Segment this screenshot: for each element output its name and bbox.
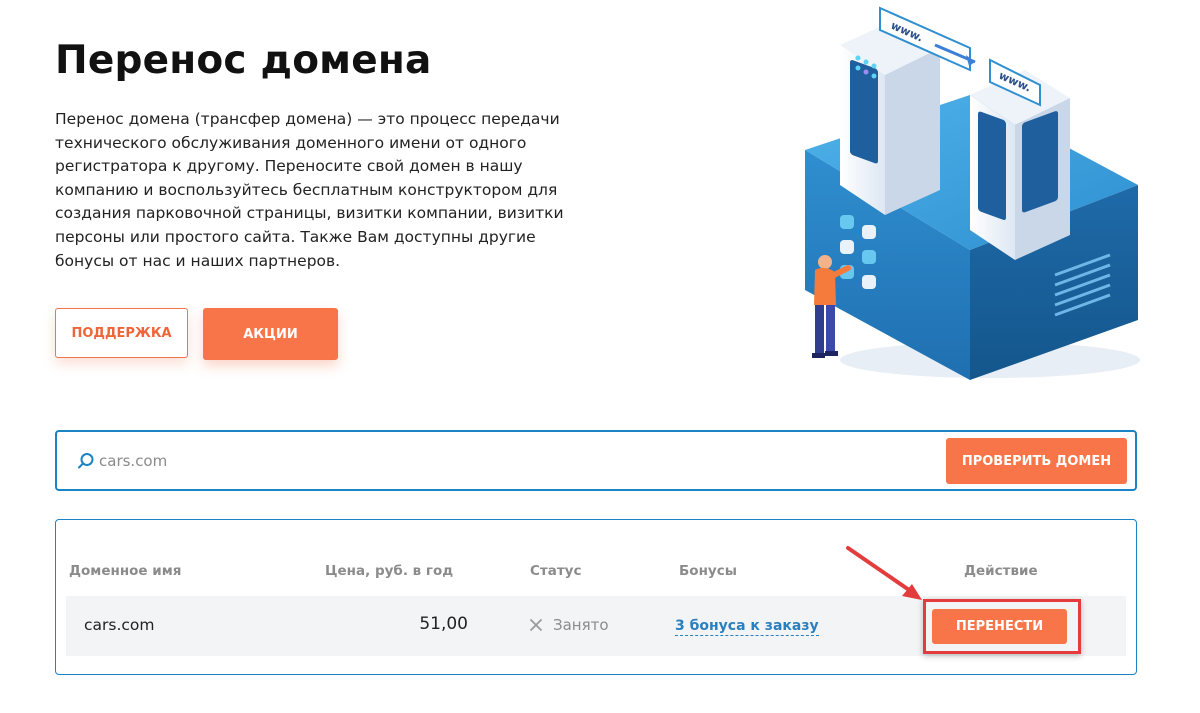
intro-text: Перенос домена (трансфер домена) — это п… <box>55 110 564 270</box>
domain-search-input[interactable] <box>99 446 899 476</box>
transfer-button[interactable]: ПЕРЕНЕСТИ <box>932 609 1067 644</box>
column-header-action: Действие <box>964 563 1038 579</box>
domain-name-cell: cars.com <box>84 616 155 634</box>
table-row: cars.com 51,00 Занято 3 бонуса к заказу … <box>66 596 1126 656</box>
support-button[interactable]: ПОДДЕРЖКА <box>55 308 188 358</box>
annotation-arrow-icon <box>846 546 922 600</box>
results-table: Доменное имя Цена, руб. в год Статус Бон… <box>55 519 1137 675</box>
column-header-status: Статус <box>530 563 582 579</box>
column-header-price: Цена, руб. в год <box>325 563 454 579</box>
promotions-button[interactable]: АКЦИИ <box>203 308 338 360</box>
page-title: Перенос домена <box>55 38 432 83</box>
status-cell: Занято <box>529 616 609 634</box>
check-domain-button[interactable]: ПРОВЕРИТЬ ДОМЕН <box>946 438 1127 484</box>
search-icon <box>78 453 94 469</box>
domain-search-bar: ПРОВЕРИТЬ ДОМЕН <box>55 430 1137 491</box>
close-icon <box>529 618 543 632</box>
bonus-link[interactable]: 3 бонуса к заказу <box>675 618 819 636</box>
column-header-bonuses: Бонусы <box>679 563 737 579</box>
column-header-domain: Доменное имя <box>69 563 182 579</box>
status-text: Занято <box>553 616 609 634</box>
price-cell: 51,00 <box>419 614 468 634</box>
servers-illustration: www. www. <box>805 6 1140 380</box>
